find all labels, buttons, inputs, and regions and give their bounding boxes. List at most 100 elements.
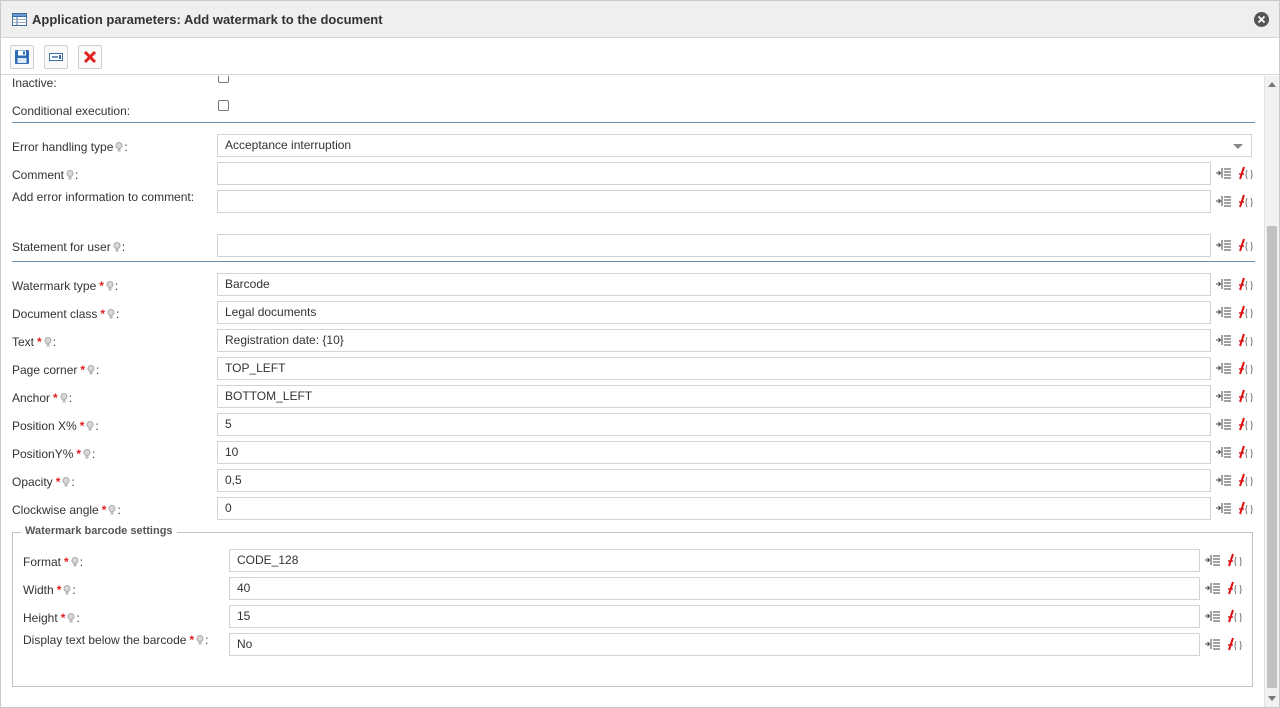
width-label: Width — [23, 583, 54, 597]
insert-variable-button[interactable] — [1205, 553, 1221, 567]
scrollbar-thumb[interactable] — [1267, 226, 1277, 688]
insert-list-icon — [1216, 503, 1231, 514]
watermark-type-input[interactable]: Barcode — [217, 273, 1211, 296]
page-corner-row: Page corner *: TOP_LEFT — [1, 357, 1264, 381]
scroll-down-arrow-icon[interactable] — [1268, 696, 1276, 701]
expression-icon — [1239, 333, 1253, 347]
edit-expression-button[interactable] — [1237, 277, 1253, 291]
insert-list-icon — [1216, 279, 1231, 290]
required-marker: * — [53, 391, 58, 405]
hint-icon — [44, 337, 52, 347]
edit-expression-button[interactable] — [1237, 166, 1253, 180]
hint-icon — [86, 421, 94, 431]
display-text-input[interactable]: No — [229, 633, 1200, 656]
insert-variable-button[interactable] — [1216, 417, 1232, 431]
inactive-label: Inactive: — [12, 76, 57, 90]
insert-list-icon — [1216, 168, 1231, 179]
edit-expression-button[interactable] — [1237, 333, 1253, 347]
opacity-input[interactable]: 0,5 — [217, 469, 1211, 492]
statement-input[interactable] — [217, 234, 1211, 257]
hint-icon — [60, 393, 68, 403]
edit-expression-button[interactable] — [1237, 194, 1253, 208]
position-y-input[interactable]: 10 — [217, 441, 1211, 464]
width-input[interactable]: 40 — [229, 577, 1200, 600]
text-input[interactable]: Registration date: {10} — [217, 329, 1211, 352]
edit-expression-button[interactable] — [1237, 238, 1253, 252]
edit-expression-button[interactable] — [1237, 445, 1253, 459]
inactive-checkbox[interactable] — [218, 76, 229, 83]
anchor-input[interactable]: BOTTOM_LEFT — [217, 385, 1211, 408]
comment-input[interactable] — [217, 162, 1211, 185]
insert-variable-button[interactable] — [1216, 501, 1232, 515]
required-marker: * — [56, 583, 62, 597]
insert-variable-button[interactable] — [1205, 581, 1221, 595]
edit-expression-button[interactable] — [1226, 581, 1242, 595]
insert-variable-button[interactable] — [1216, 305, 1232, 319]
conditional-row: Conditional execution: — [1, 98, 1264, 122]
expression-icon — [1228, 637, 1242, 651]
document-class-input[interactable]: Legal documents — [217, 301, 1211, 324]
required-marker: * — [76, 447, 82, 461]
expression-icon — [1239, 166, 1253, 180]
insert-variable-button[interactable] — [1216, 277, 1232, 291]
insert-variable-button[interactable] — [1205, 637, 1221, 651]
insert-variable-button[interactable] — [1216, 361, 1232, 375]
expression-icon — [1239, 238, 1253, 252]
conditional-checkbox[interactable] — [218, 100, 229, 111]
expression-icon — [1239, 277, 1253, 291]
save-button[interactable] — [10, 45, 34, 69]
edit-expression-button[interactable] — [1237, 473, 1253, 487]
position-x-row: Position X% *: 5 — [1, 413, 1264, 437]
insert-variable-button[interactable] — [1216, 445, 1232, 459]
edit-expression-button[interactable] — [1237, 305, 1253, 319]
edit-expression-button[interactable] — [1237, 501, 1253, 515]
edit-expression-button[interactable] — [1237, 389, 1253, 403]
required-marker: * — [79, 419, 85, 433]
insert-list-icon — [1216, 447, 1231, 458]
insert-variable-button[interactable] — [1216, 473, 1232, 487]
document-class-row: Document class *: Legal documents — [1, 301, 1264, 325]
hint-icon — [106, 281, 114, 291]
position-x-input[interactable]: 5 — [217, 413, 1211, 436]
insert-variable-button[interactable] — [1216, 238, 1232, 252]
insert-variable-button[interactable] — [1216, 166, 1232, 180]
position-y-label: PositionY% — [12, 447, 74, 461]
required-marker: * — [80, 363, 86, 377]
form-icon — [49, 53, 63, 61]
vertical-scrollbar[interactable] — [1264, 76, 1279, 707]
expression-icon — [1228, 553, 1242, 567]
table-icon — [12, 13, 27, 26]
inactive-row: Inactive: — [1, 76, 1264, 94]
scroll-up-arrow-icon[interactable] — [1268, 82, 1276, 87]
cancel-button[interactable] — [78, 45, 102, 69]
form-view-button[interactable] — [44, 45, 68, 69]
dialog-window: Application parameters: Add watermark to… — [0, 0, 1280, 708]
toolbar — [1, 39, 1279, 75]
edit-expression-button[interactable] — [1226, 609, 1242, 623]
insert-variable-button[interactable] — [1216, 333, 1232, 347]
page-corner-input[interactable]: TOP_LEFT — [217, 357, 1211, 380]
edit-expression-button[interactable] — [1226, 553, 1242, 567]
insert-variable-button[interactable] — [1205, 609, 1221, 623]
insert-variable-button[interactable] — [1216, 389, 1232, 403]
add-error-input[interactable] — [217, 190, 1211, 213]
barcode-settings-legend: Watermark barcode settings — [21, 525, 177, 537]
clockwise-angle-row: Clockwise angle *: 0 — [1, 497, 1264, 521]
hint-icon — [67, 613, 75, 623]
width-row: Width *: 40 — [13, 577, 1252, 601]
delete-icon — [83, 50, 97, 64]
watermark-type-label: Watermark type — [12, 279, 97, 293]
error-type-select[interactable]: Acceptance interruption — [217, 134, 1252, 157]
hint-icon — [115, 142, 123, 152]
close-dialog-button[interactable] — [1254, 12, 1269, 27]
edit-expression-button[interactable] — [1237, 417, 1253, 431]
format-input[interactable]: CODE_128 — [229, 549, 1200, 572]
conditional-label: Conditional execution: — [12, 104, 131, 118]
insert-variable-button[interactable] — [1216, 194, 1232, 208]
height-input[interactable]: 15 — [229, 605, 1200, 628]
dialog-title: Application parameters: Add watermark to… — [32, 12, 383, 27]
expression-icon — [1239, 445, 1253, 459]
edit-expression-button[interactable] — [1226, 637, 1242, 651]
edit-expression-button[interactable] — [1237, 361, 1253, 375]
clockwise-angle-input[interactable]: 0 — [217, 497, 1211, 520]
